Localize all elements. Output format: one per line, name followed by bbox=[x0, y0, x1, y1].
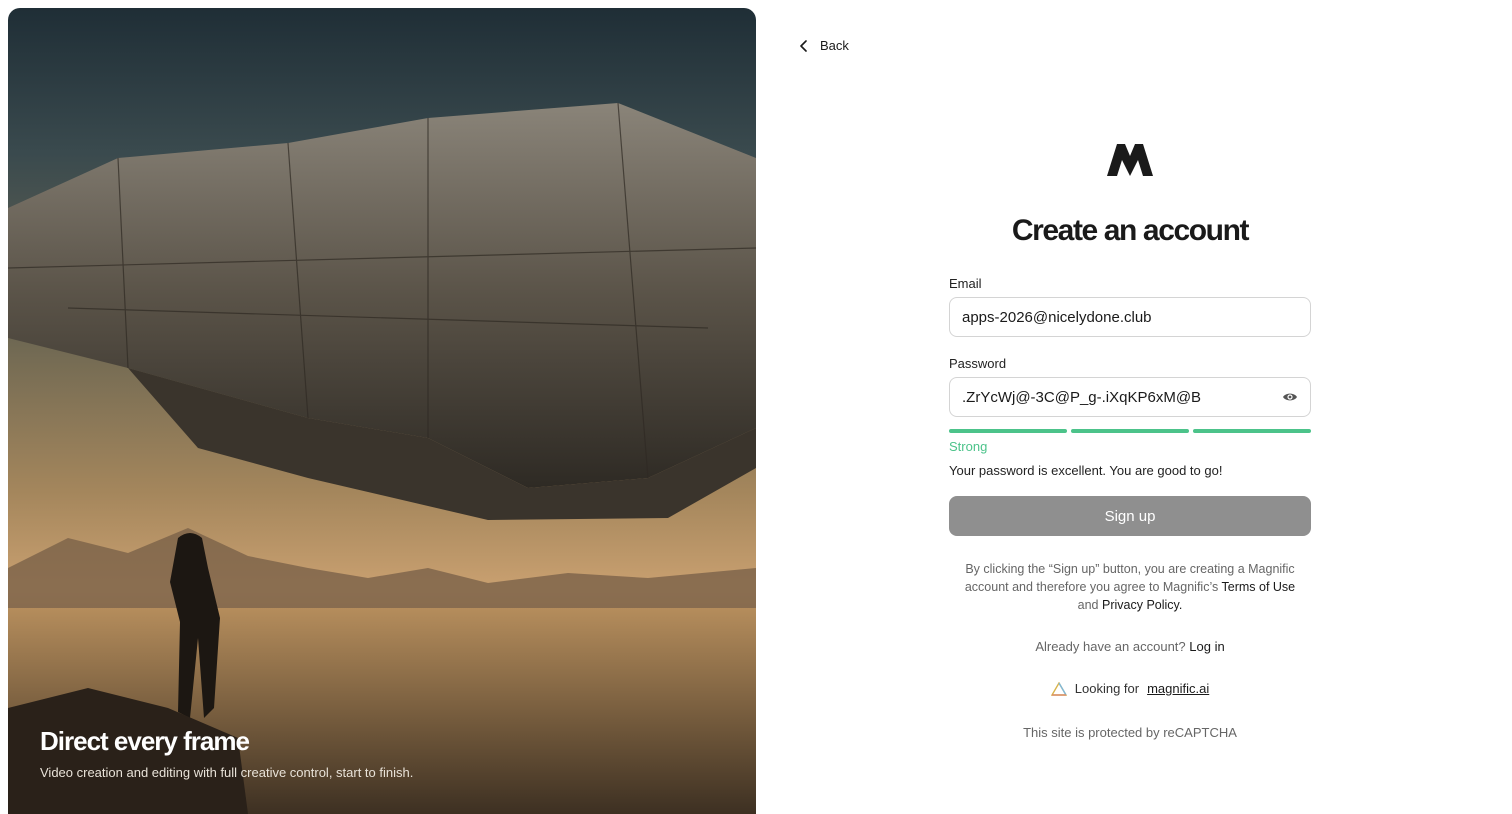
email-value: apps-2026@nicelydone.club bbox=[962, 308, 1152, 326]
back-button[interactable]: Back bbox=[798, 38, 849, 53]
login-link[interactable]: Log in bbox=[1189, 639, 1224, 654]
strength-segment bbox=[1193, 429, 1311, 433]
recaptcha-notice: This site is protected by reCAPTCHA bbox=[1023, 725, 1237, 740]
eye-icon[interactable] bbox=[1282, 389, 1298, 405]
legal-notice: By clicking the “Sign up” button, you ar… bbox=[949, 560, 1311, 614]
login-prompt-text: Already have an account? bbox=[1035, 639, 1186, 654]
hero-image bbox=[8, 102, 756, 814]
password-label: Password bbox=[949, 356, 1007, 371]
password-strength-meter bbox=[949, 429, 1311, 433]
password-value: .ZrYcWj@-3C@P_g-.iXqKP6xM@B bbox=[962, 388, 1202, 406]
strength-segment bbox=[949, 429, 1067, 433]
hero-title: Direct every frame bbox=[40, 726, 250, 756]
terms-link[interactable]: Terms of Use bbox=[1222, 580, 1296, 594]
strength-message: Your password is excellent. You are good… bbox=[949, 463, 1223, 478]
email-field[interactable]: apps-2026@nicelydone.club bbox=[949, 297, 1311, 337]
password-field[interactable]: .ZrYcWj@-3C@P_g-.iXqKP6xM@B bbox=[949, 377, 1311, 417]
back-label: Back bbox=[820, 38, 849, 53]
chevron-left-icon bbox=[800, 39, 807, 52]
legal-and: and bbox=[1077, 598, 1102, 612]
login-prompt: Already have an account? Log in bbox=[949, 639, 1311, 654]
looking-for-text: Looking for bbox=[1074, 681, 1140, 696]
magnific-logo-icon bbox=[1107, 144, 1153, 176]
looking-for: Looking for magnific.ai bbox=[949, 681, 1311, 696]
triangle-logo-icon bbox=[1050, 681, 1067, 696]
hero-subtitle: Video creation and editing with full cre… bbox=[40, 765, 414, 780]
magnific-ai-link[interactable]: magnific.ai bbox=[1147, 681, 1209, 696]
signup-button[interactable]: Sign up bbox=[949, 496, 1311, 536]
privacy-link[interactable]: Privacy Policy. bbox=[1102, 598, 1182, 612]
hero-panel: Direct every frame Video creation and ed… bbox=[8, 8, 756, 814]
strength-segment bbox=[1071, 429, 1189, 433]
page-title: Create an account bbox=[1011, 214, 1250, 247]
strength-label: Strong bbox=[949, 439, 988, 454]
email-label: Email bbox=[949, 276, 982, 291]
